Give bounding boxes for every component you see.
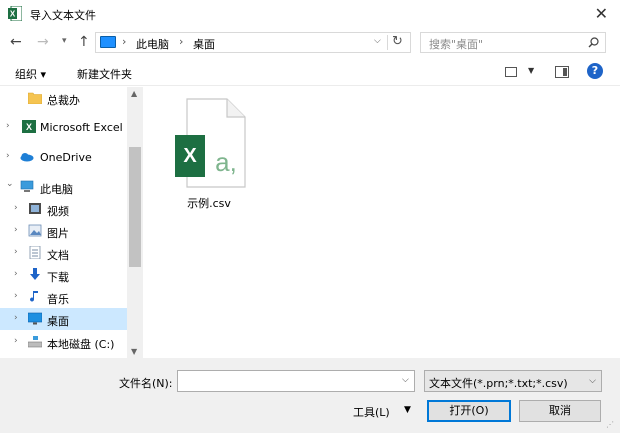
tree-item-local-disk-c[interactable]: › 本地磁盘 (C:) bbox=[0, 331, 127, 353]
tree-item-label: 音乐 bbox=[47, 293, 69, 306]
chevron-right-icon[interactable]: › bbox=[14, 313, 18, 323]
chevron-right-icon[interactable]: › bbox=[6, 151, 10, 161]
tree-item-documents[interactable]: › 文档 bbox=[0, 242, 127, 264]
excel-letter: X bbox=[183, 145, 197, 167]
chevron-right-icon[interactable]: › bbox=[14, 247, 18, 257]
tree-item-label: 此电脑 bbox=[40, 183, 73, 196]
tree-item-label: 本地磁盘 (C:) bbox=[47, 338, 115, 351]
preview-pane-icon[interactable] bbox=[555, 66, 569, 78]
tree-item-onedrive[interactable]: › OneDrive bbox=[0, 146, 127, 168]
breadcrumb-separator-icon[interactable]: › bbox=[122, 35, 126, 48]
video-folder-icon bbox=[29, 203, 41, 214]
search-box[interactable]: 搜索"桌面" bbox=[420, 32, 606, 53]
search-input[interactable]: 搜索"桌面" bbox=[429, 36, 483, 52]
local-disk-icon bbox=[28, 336, 42, 348]
scroll-down-icon[interactable]: ▼ bbox=[131, 347, 137, 356]
view-mode-icon[interactable] bbox=[505, 67, 517, 77]
tree-item-this-pc[interactable]: ⌄ 此电脑 bbox=[0, 176, 127, 198]
tools-button[interactable]: 工具(L) bbox=[353, 404, 390, 420]
tree-item-label: Microsoft Excel bbox=[40, 121, 123, 134]
file-item-sample-csv[interactable]: X a, 示例.csv bbox=[171, 97, 251, 210]
chevron-right-icon[interactable]: › bbox=[14, 291, 18, 301]
navigation-pane-scrollbar[interactable]: ▲ ▼ bbox=[127, 87, 143, 358]
chevron-down-icon[interactable]: ⌄ bbox=[6, 179, 14, 189]
scrollbar-thumb[interactable] bbox=[129, 147, 141, 267]
dialog-footer: 文件名(N): ⌵ 文本文件(*.prn;*.txt;*.csv) ⌵ 工具(L… bbox=[0, 358, 620, 433]
tree-item-label: 总裁办 bbox=[47, 94, 80, 107]
search-icon[interactable] bbox=[588, 37, 599, 48]
breadcrumb-desktop[interactable]: 桌面 bbox=[193, 36, 215, 52]
view-dropdown-icon[interactable]: ▼ bbox=[528, 66, 534, 75]
back-button[interactable]: ← bbox=[10, 34, 22, 50]
address-dropdown-icon[interactable]: ⌵ bbox=[374, 36, 381, 46]
tree-item-music[interactable]: › 音乐 bbox=[0, 286, 127, 308]
tree-item-videos[interactable]: › 视频 bbox=[0, 198, 127, 220]
filename-dropdown-icon[interactable]: ⌵ bbox=[402, 375, 409, 385]
navigation-pane: 总裁办 › X Microsoft Excel › OneDrive ⌄ 此电脑… bbox=[0, 87, 143, 358]
csv-glyph: a, bbox=[215, 147, 237, 177]
tree-item-pictures[interactable]: › 图片 bbox=[0, 220, 127, 242]
downloads-folder-icon bbox=[30, 268, 40, 280]
tree-item-president-office[interactable]: 总裁办 bbox=[0, 87, 127, 109]
file-type-dropdown-icon[interactable]: ⌵ bbox=[589, 376, 596, 386]
chevron-right-icon[interactable]: › bbox=[14, 269, 18, 279]
cancel-button[interactable]: 取消 bbox=[519, 400, 601, 422]
scroll-up-icon[interactable]: ▲ bbox=[131, 89, 137, 98]
chevron-right-icon[interactable]: › bbox=[14, 225, 18, 235]
command-toolbar: 组织 ▾ 新建文件夹 ▼ ? bbox=[0, 58, 620, 86]
tree-item-label: 文档 bbox=[47, 249, 69, 262]
chevron-right-icon[interactable]: › bbox=[6, 121, 10, 131]
up-button[interactable]: ↑ bbox=[78, 34, 90, 50]
file-type-value: 文本文件(*.prn;*.txt;*.csv) bbox=[429, 377, 568, 390]
this-pc-icon bbox=[100, 36, 116, 48]
resize-grip-icon[interactable]: ⋰ bbox=[606, 420, 616, 430]
breadcrumb-this-pc[interactable]: 此电脑 bbox=[136, 36, 169, 52]
help-icon[interactable]: ? bbox=[587, 63, 603, 79]
tree-item-label: OneDrive bbox=[40, 151, 92, 164]
chevron-right-icon[interactable]: › bbox=[14, 203, 18, 213]
tree-item-label: 桌面 bbox=[47, 315, 69, 328]
chevron-right-icon[interactable]: › bbox=[14, 336, 18, 346]
tree-item-label: 下载 bbox=[47, 271, 69, 284]
excel-app-icon: X bbox=[8, 6, 22, 21]
file-type-select[interactable]: 文本文件(*.prn;*.txt;*.csv) ⌵ bbox=[424, 370, 602, 392]
organize-button[interactable]: 组织 ▾ bbox=[15, 66, 46, 82]
filename-label: 文件名(N): bbox=[119, 377, 173, 390]
documents-folder-icon bbox=[29, 246, 41, 259]
excel-icon: X bbox=[22, 120, 36, 133]
address-bar[interactable]: › 此电脑 › 桌面 ⌵ ↻ bbox=[95, 32, 411, 53]
title-bar: X 导入文本文件 ✕ bbox=[0, 0, 620, 28]
tree-item-label: 视频 bbox=[47, 205, 69, 218]
address-divider bbox=[387, 35, 388, 50]
recent-locations-chevron-icon[interactable]: ▾ bbox=[62, 36, 67, 46]
window-title: 导入文本文件 bbox=[30, 9, 96, 22]
refresh-icon[interactable]: ↻ bbox=[392, 34, 403, 49]
tree-item-microsoft-excel[interactable]: › X Microsoft Excel bbox=[0, 116, 127, 138]
onedrive-icon bbox=[20, 153, 34, 162]
folder-icon bbox=[28, 92, 42, 104]
desktop-folder-icon bbox=[28, 312, 42, 325]
tools-dropdown-icon[interactable]: ▼ bbox=[404, 405, 411, 415]
file-name-label: 示例.csv bbox=[187, 197, 231, 210]
svg-text:X: X bbox=[10, 10, 16, 19]
tree-item-desktop[interactable]: › 桌面 bbox=[0, 308, 127, 330]
svg-text:X: X bbox=[26, 122, 32, 132]
tree-item-label: 图片 bbox=[47, 227, 69, 240]
close-icon[interactable]: ✕ bbox=[595, 4, 608, 23]
forward-button[interactable]: → bbox=[37, 34, 49, 50]
breadcrumb-separator-icon[interactable]: › bbox=[179, 35, 183, 48]
new-folder-button[interactable]: 新建文件夹 bbox=[77, 66, 132, 82]
this-pc-icon bbox=[20, 180, 34, 192]
pictures-folder-icon bbox=[28, 224, 42, 237]
tree-item-downloads[interactable]: › 下载 bbox=[0, 264, 127, 286]
music-folder-icon bbox=[30, 291, 38, 302]
filename-input[interactable] bbox=[177, 370, 415, 392]
open-button[interactable]: 打开(O) bbox=[427, 400, 511, 422]
file-list-area: X a, 示例.csv bbox=[143, 87, 620, 358]
excel-csv-file-icon: X a, bbox=[175, 98, 246, 188]
